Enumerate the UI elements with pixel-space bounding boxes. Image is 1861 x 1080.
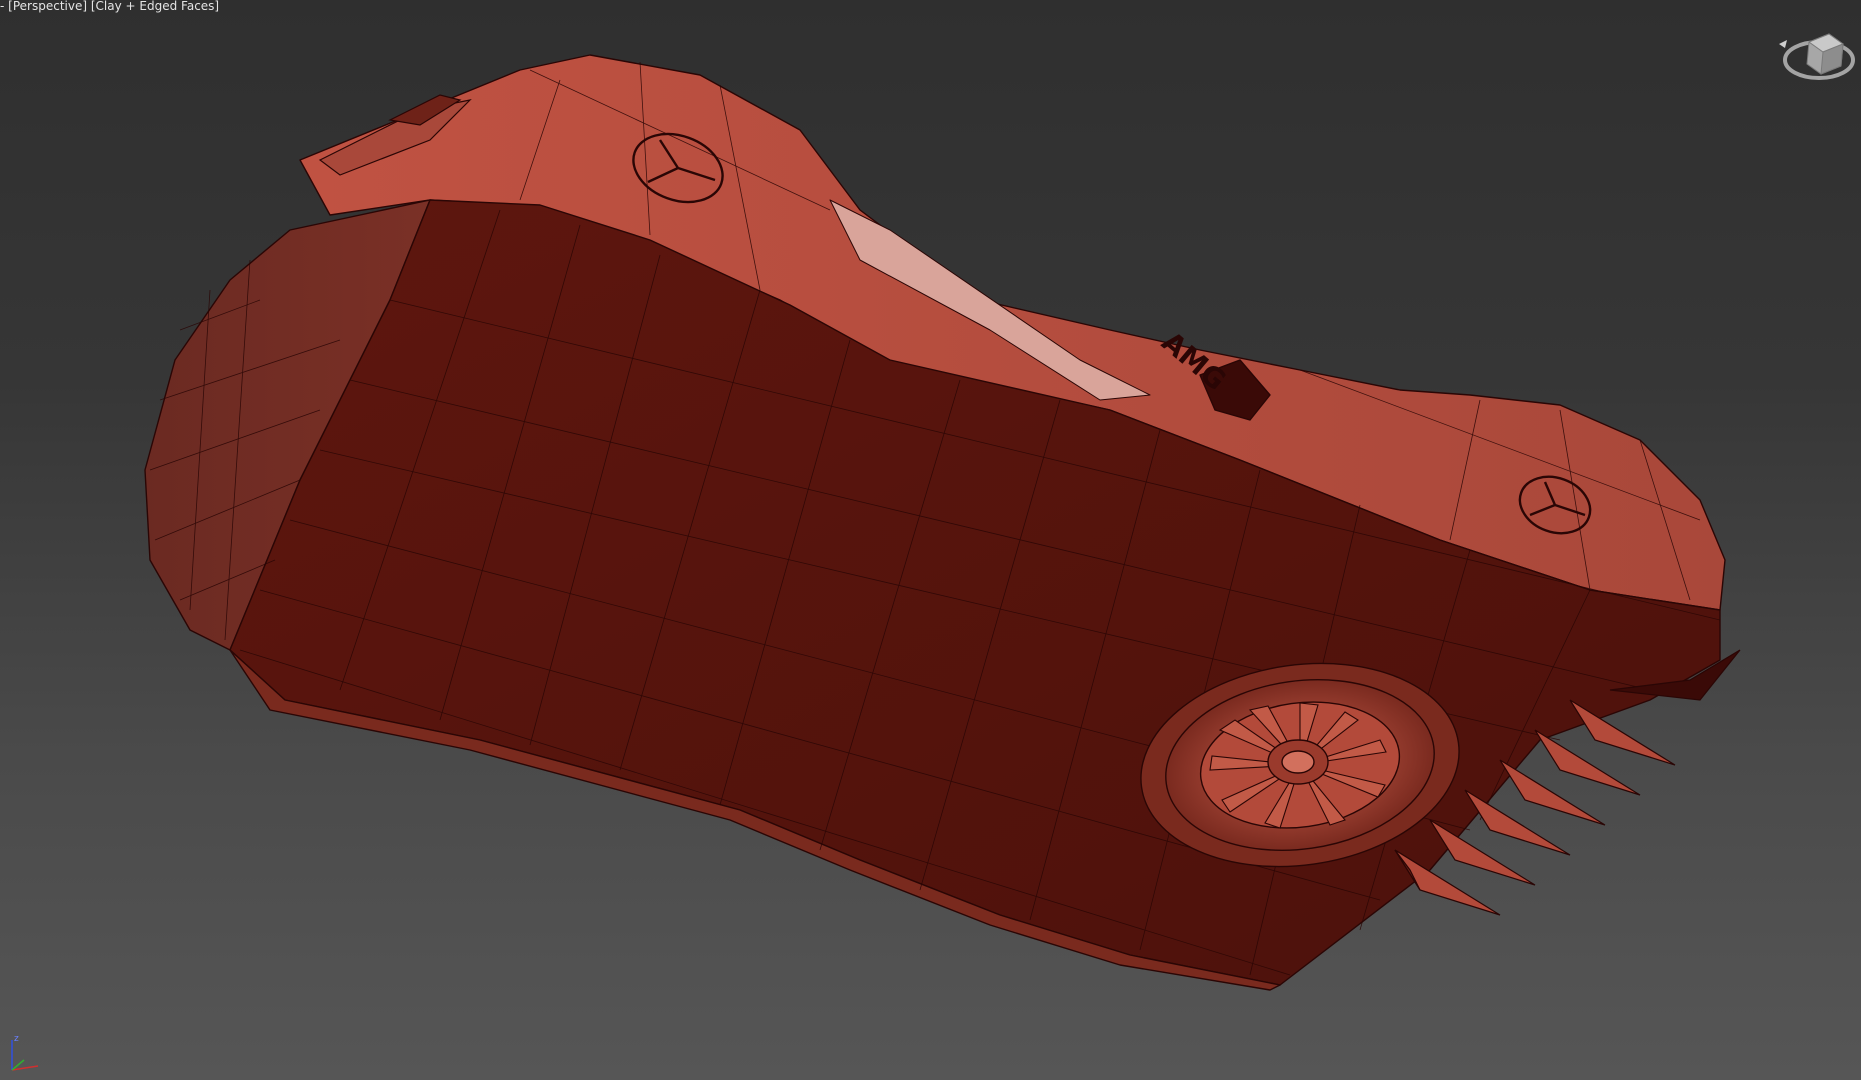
svg-text:z: z [14, 1034, 19, 1044]
axis-tripod-icon: z [11, 1034, 39, 1071]
viewport-perspective[interactable]: - [Perspective] [Clay + Edged Faces] AMG… [0, 0, 1861, 1080]
clay-model [144, 54, 1726, 991]
model-render: AMG [144, 54, 1741, 991]
viewcube-icon[interactable] [1771, 22, 1861, 92]
